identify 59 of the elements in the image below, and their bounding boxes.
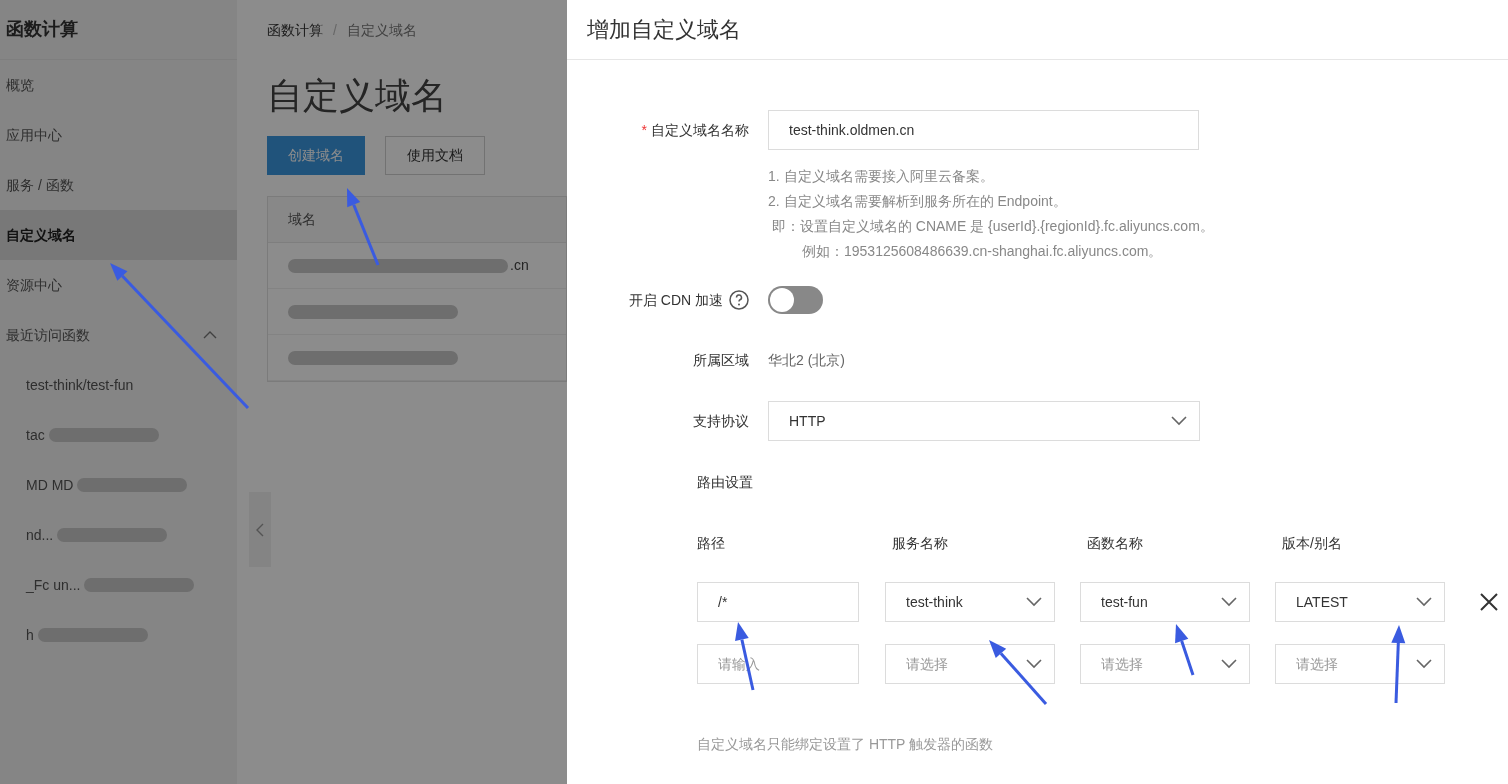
drawer-title: 增加自定义域名	[587, 16, 741, 44]
field-label: 所属区域	[693, 351, 749, 370]
action-button[interactable]: 创建域名	[267, 136, 365, 175]
hint-text: 1. 自定义域名需要接入阿里云备案。	[768, 167, 995, 186]
chevron-down-icon	[1026, 659, 1042, 669]
recent-function-link[interactable]: MD MD	[26, 474, 74, 496]
page-title: 自定义域名	[267, 78, 448, 114]
chevron-down-icon	[1416, 597, 1432, 607]
select-field[interactable]: 请选择	[885, 644, 1055, 684]
note-text: 自定义域名只能绑定设置了 HTTP 触发器的函数	[697, 736, 994, 752]
chevron-down-icon	[1221, 659, 1237, 669]
required-asterisk: *	[641, 120, 647, 140]
collapse-handle[interactable]	[249, 492, 271, 567]
select-field[interactable]: test-think	[885, 582, 1055, 622]
column-header: 域名	[288, 210, 316, 229]
chevron-down-icon	[1171, 416, 1187, 426]
breadcrumb-separator: /	[333, 20, 337, 40]
chevron-down-icon	[1026, 597, 1042, 607]
recent-function-link[interactable]: _Fc un...	[26, 574, 81, 596]
field-label: 开启 CDN 加速	[628, 290, 723, 310]
sidebar-item[interactable]: 应用中心	[0, 110, 237, 160]
table-cell-text: .cn	[510, 256, 529, 275]
breadcrumb-item[interactable]: 函数计算	[267, 19, 323, 41]
chevron-left-icon	[256, 522, 264, 537]
recent-function-link[interactable]: h	[26, 624, 34, 646]
sidebar-item[interactable]: 自定义域名	[0, 210, 237, 260]
close-icon[interactable]	[1480, 593, 1498, 611]
cdn-toggle[interactable]	[768, 286, 823, 314]
column-header: 服务名称	[892, 534, 949, 553]
recent-function-link[interactable]: test-think/test-fun	[26, 374, 134, 396]
column-header: 函数名称	[1087, 534, 1144, 553]
recent-function-link[interactable]: tac	[26, 424, 45, 446]
column-header: 路径	[697, 534, 726, 553]
region-value: 华北2 (北京)	[768, 351, 845, 370]
recent-function-link[interactable]: nd...	[26, 524, 54, 546]
select-field[interactable]: 请选择	[1275, 644, 1445, 684]
chevron-down-icon	[1221, 597, 1237, 607]
hint-text: 2. 自定义域名需要解析到服务所在的 Endpoint。	[768, 192, 1068, 211]
section-label: 路由设置	[697, 474, 753, 490]
field-label: 自定义域名名称	[651, 120, 749, 140]
select-field[interactable]: test-fun	[1080, 582, 1250, 622]
action-button[interactable]: 使用文档	[385, 136, 485, 175]
breadcrumb-item[interactable]: 自定义域名	[346, 19, 417, 41]
select-field[interactable]: LATEST	[1275, 582, 1445, 622]
help-icon[interactable]	[729, 290, 749, 310]
input-field[interactable]: test-think.oldmen.cn	[768, 110, 1199, 150]
field-label: 支持协议	[693, 411, 749, 431]
sidebar-title: 函数计算	[6, 18, 78, 41]
sidebar-item[interactable]: 服务 / 函数	[0, 160, 237, 210]
hint-text: 例如：1953125608486639.cn-shanghai.fc.aliyuncs.com。	[801, 242, 1164, 261]
sidebar-item[interactable]: 资源中心	[0, 260, 237, 310]
chevron-down-icon	[1416, 659, 1432, 669]
select-field[interactable]: HTTP	[768, 401, 1200, 441]
recent-functions-header[interactable]: 最近访问函数	[0, 310, 237, 360]
column-header: 版本/别名	[1282, 534, 1343, 553]
select-field[interactable]: 请选择	[1080, 644, 1250, 684]
input-field[interactable]: /*	[697, 582, 859, 622]
sidebar-item[interactable]: 概览	[0, 60, 237, 110]
hint-text: 即：设置自定义域名的 CNAME 是 {userId}.{regionId}.fc.aliyuncs.com。	[770, 217, 1215, 236]
